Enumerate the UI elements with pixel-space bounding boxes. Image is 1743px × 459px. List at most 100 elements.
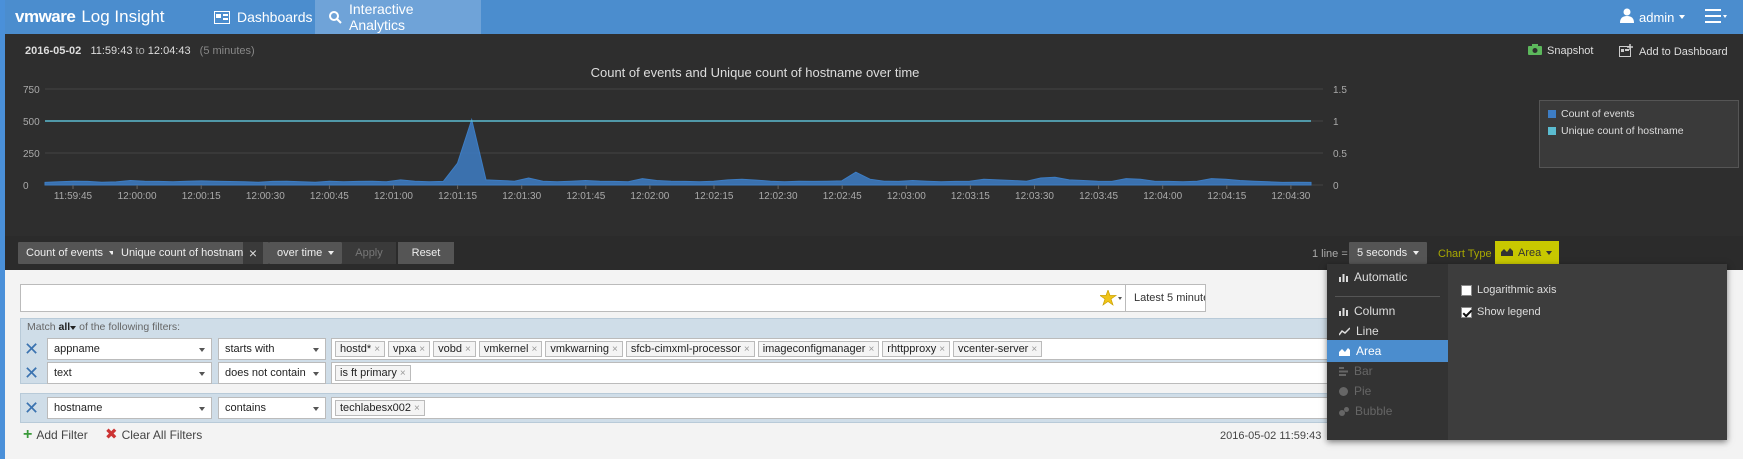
snapshot-button[interactable]: Snapshot: [1528, 44, 1593, 58]
chevron-down-icon: [1413, 251, 1420, 255]
match-suffix: of the following filters:: [79, 321, 181, 333]
x-tick-label: 12:01:15: [438, 191, 477, 202]
chevron-down-icon: [199, 348, 205, 352]
legend-item-unique[interactable]: Unique count of hostname: [1548, 125, 1730, 137]
y-right-tick-label: 1: [1333, 117, 1339, 128]
user-menu[interactable]: admin: [1620, 0, 1686, 34]
legend-item-count[interactable]: Count of events: [1548, 108, 1730, 120]
area-chart-icon: [1339, 347, 1350, 356]
user-icon: [1620, 8, 1634, 26]
filter-field-select[interactable]: appname: [47, 338, 212, 360]
filter-operator-select[interactable]: does not contain: [218, 362, 326, 384]
filter-tag[interactable]: is ft primary ×: [335, 365, 411, 381]
x-tick-label: 12:00:30: [246, 191, 285, 202]
filter-tag[interactable]: vobd ×: [433, 341, 476, 357]
tab-dashboards[interactable]: Dashboards: [200, 0, 327, 34]
remove-tag-icon[interactable]: ×: [419, 344, 425, 355]
chart-type-column[interactable]: Column: [1327, 300, 1448, 322]
results-timestamp: 2016-05-02 11:59:43: [1220, 430, 1322, 442]
logarithmic-axis-checkbox[interactable]: [1461, 284, 1472, 296]
chart-type-label: Area: [1356, 344, 1382, 358]
top-nav: vmware Log Insight Dashboards Interactive…: [5, 0, 1743, 34]
filter-tag[interactable]: hostd* ×: [335, 341, 386, 357]
remove-tag-icon[interactable]: ×: [744, 344, 750, 355]
filter-tag[interactable]: techlabesx002 ×: [335, 400, 425, 416]
filter-field-select[interactable]: text: [47, 362, 212, 384]
chart-type-dropdown[interactable]: Area: [1495, 241, 1559, 265]
snapshot-label: Snapshot: [1547, 45, 1594, 57]
remove-tag-icon[interactable]: ×: [868, 344, 874, 355]
filter-tag-label: sfcb-cimxml-processor: [630, 343, 741, 355]
filter-tag[interactable]: sfcb-cimxml-processor ×: [625, 341, 755, 357]
filter-field-select[interactable]: hostname: [47, 397, 212, 419]
x-tick-label: 12:04:30: [1271, 191, 1310, 202]
remove-tag-icon[interactable]: ×: [531, 344, 537, 355]
search-input[interactable]: [20, 284, 1126, 312]
user-name: admin: [1639, 9, 1675, 25]
filter-field-value: hostname: [54, 402, 103, 414]
interval-dropdown[interactable]: 5 seconds: [1349, 242, 1428, 264]
bubble-chart-icon: [1339, 406, 1349, 416]
chart-type-area[interactable]: Area: [1327, 340, 1448, 362]
filter-operator-select[interactable]: starts with: [218, 338, 326, 360]
add-to-dashboard-button[interactable]: Add to Dashboard: [1619, 44, 1728, 60]
chevron-down-icon: [1679, 15, 1686, 19]
column-chart-icon: [1339, 307, 1348, 316]
remove-tag-icon[interactable]: ×: [374, 344, 380, 355]
x-tick-label: 11:59:45: [54, 191, 93, 202]
remove-tag-icon[interactable]: ×: [414, 403, 420, 414]
favorites-star-icon[interactable]: [1098, 288, 1122, 309]
filter-tag[interactable]: vpxa ×: [388, 341, 431, 357]
filter-tag[interactable]: rhttpproxy ×: [882, 341, 951, 357]
y-left-tick-label: 250: [23, 149, 40, 160]
match-all-dropdown[interactable]: all: [59, 321, 71, 333]
remove-tag-icon[interactable]: ×: [939, 344, 945, 355]
filter-value-tags[interactable]: hostd* × vpxa × vobd × vmkernel × vmkwarning × sfc…: [331, 338, 1371, 360]
filter-value-tags[interactable]: is ft primary ×: [331, 362, 1371, 384]
hamburger-menu-icon[interactable]: [1705, 9, 1727, 26]
remove-aggregation-button[interactable]: ×: [243, 242, 263, 264]
filter-value-tags[interactable]: techlabesx002 ×: [331, 397, 1371, 419]
logarithmic-axis-option[interactable]: Logarithmic axis: [1461, 284, 1556, 296]
x-tick-label: 12:04:15: [1207, 191, 1246, 202]
close-icon: ×: [248, 245, 258, 261]
remove-tag-icon[interactable]: ×: [1031, 344, 1037, 355]
filter-tag[interactable]: vmkernel ×: [478, 341, 543, 357]
y-left-tick-label: 750: [23, 85, 40, 96]
remove-tag-icon[interactable]: ×: [612, 344, 618, 355]
auto-chart-icon: [1339, 273, 1348, 282]
count-of-events-area: [44, 117, 1312, 186]
reset-button[interactable]: Reset: [398, 242, 454, 264]
filter-tag[interactable]: imageconfigmanager ×: [757, 341, 880, 357]
add-filter-button[interactable]: + Add Filter: [23, 427, 88, 443]
remove-tag-icon[interactable]: ×: [400, 368, 406, 379]
chart-type-automatic[interactable]: Automatic: [1327, 266, 1448, 288]
clear-all-filters-button[interactable]: ✖ Clear All Filters: [105, 427, 202, 442]
chart-legend: Count of events Unique count of hostname: [1539, 100, 1739, 168]
chart-panel: 2016-05-02 11:59:43 to 12:04:43 (5 minut…: [5, 34, 1743, 270]
apply-button[interactable]: Apply: [342, 242, 396, 264]
aggregation-dropdown[interactable]: Count of events: [18, 242, 124, 264]
y-left-tick-label: 0: [23, 181, 29, 192]
filter-field-value: appname: [54, 343, 100, 355]
tab-interactive-analytics[interactable]: Interactive Analytics: [315, 0, 481, 34]
chart-type-line[interactable]: Line: [1327, 320, 1448, 342]
filter-tag[interactable]: vcenter-server ×: [953, 341, 1043, 357]
show-legend-checkbox[interactable]: [1461, 306, 1472, 318]
x-tick-label: 12:04:00: [1143, 191, 1182, 202]
match-prefix: Match: [27, 321, 56, 333]
brand-logo[interactable]: vmware Log Insight: [15, 7, 165, 27]
group-by-dropdown[interactable]: over time: [269, 242, 343, 264]
remove-filter-icon[interactable]: ✕: [24, 399, 42, 417]
filter-tag[interactable]: vmkwarning ×: [545, 341, 623, 357]
remove-filter-icon[interactable]: ✕: [24, 340, 42, 358]
chevron-down-icon: [1546, 251, 1553, 255]
remove-filter-icon[interactable]: ✕: [24, 364, 42, 382]
show-legend-option[interactable]: Show legend: [1461, 306, 1541, 318]
filter-tag-label: vmkwarning: [550, 343, 609, 355]
filter-operator-select[interactable]: contains: [218, 397, 326, 419]
time-range-dropdown[interactable]: Latest 5 minutes: [1126, 284, 1206, 312]
chart-type-pie: Pie: [1327, 380, 1448, 402]
filter-tag-label: techlabesx002: [340, 402, 411, 414]
remove-tag-icon[interactable]: ×: [465, 344, 471, 355]
